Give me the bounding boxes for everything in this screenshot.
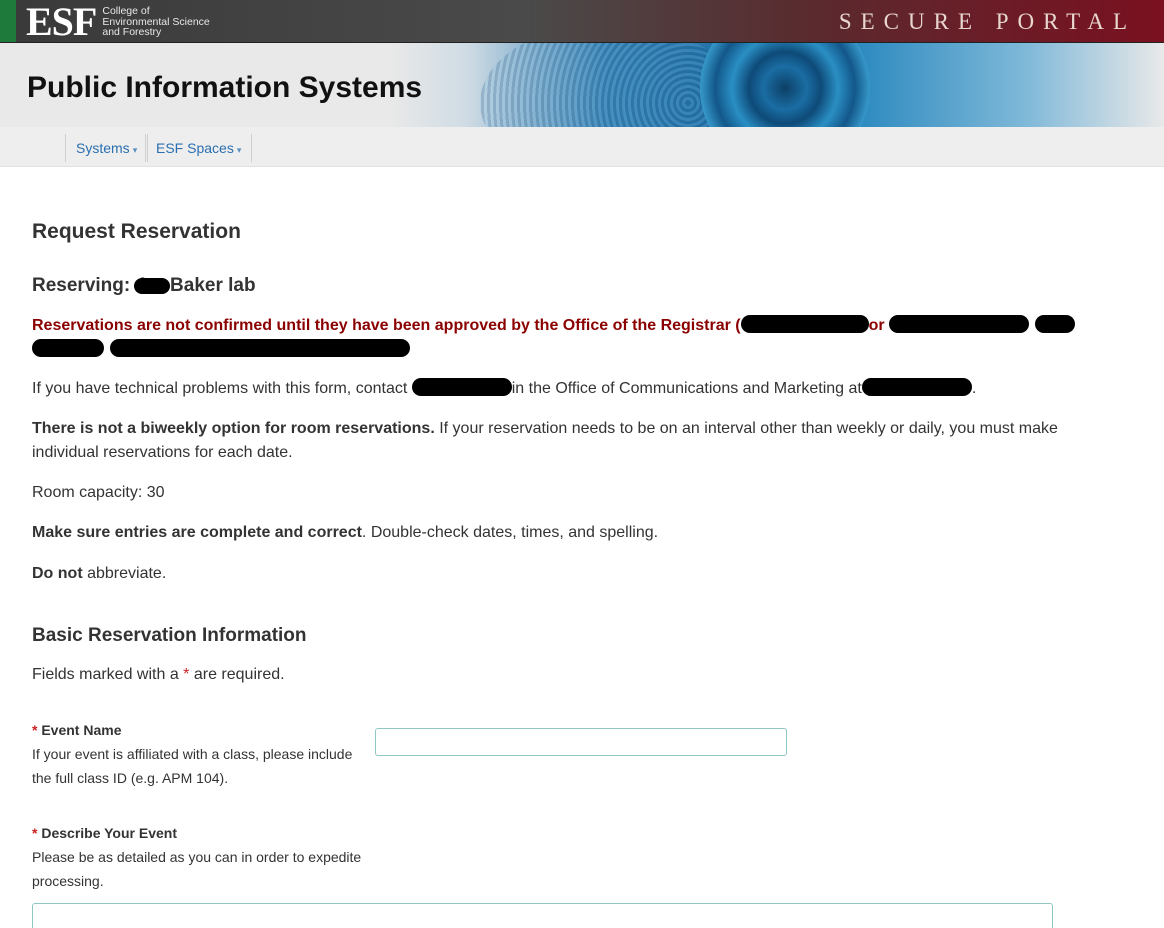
required-asterisk: * bbox=[32, 722, 38, 738]
redacted-mark bbox=[411, 378, 512, 396]
page-title: Public Information Systems bbox=[27, 71, 423, 104]
complete-entries-notice: Make sure entries are complete and corre… bbox=[32, 524, 659, 541]
nav-systems[interactable]: Systems ▾ bbox=[65, 134, 149, 162]
redacted-mark bbox=[32, 339, 104, 357]
room-capacity: Room capacity: 30 bbox=[32, 484, 165, 501]
basic-info-heading: Basic Reservation Information bbox=[32, 625, 307, 646]
event-name-input[interactable] bbox=[375, 728, 787, 756]
describe-event-label: * Describe Your Event bbox=[32, 825, 177, 841]
logo-mark: ESF bbox=[26, 0, 97, 44]
approval-warning: Reservations are not confirmed until the… bbox=[32, 314, 1122, 362]
nav-bar: Systems ▾ ESF Spaces ▾ bbox=[0, 127, 1164, 167]
logo-text: College of Environmental Science and For… bbox=[102, 5, 210, 39]
redacted-mark bbox=[888, 315, 1029, 333]
required-fields-note: Fields marked with a * are required. bbox=[32, 666, 285, 683]
redacted-mark bbox=[134, 278, 171, 294]
chevron-down-icon: ▾ bbox=[132, 145, 138, 155]
required-asterisk: * bbox=[32, 825, 38, 841]
describe-event-textarea[interactable] bbox=[32, 903, 1053, 928]
no-abbreviate-notice: Do not abbreviate. bbox=[32, 565, 167, 582]
chevron-down-icon: ▾ bbox=[236, 145, 242, 155]
request-reservation-heading: Request Reservation bbox=[32, 220, 241, 243]
technical-contact-text: If you have technical problems with this… bbox=[32, 378, 977, 397]
nav-esf-spaces[interactable]: ESF Spaces ▾ bbox=[145, 134, 253, 162]
event-name-label: * Event Name bbox=[32, 722, 122, 738]
redacted-mark bbox=[1034, 315, 1075, 333]
secure-portal-label: SECURE PORTAL bbox=[838, 9, 1136, 34]
banner-spiral-image bbox=[390, 43, 1164, 127]
banner: Public Information Systems bbox=[0, 43, 1164, 127]
describe-event-help: Please be as detailed as you can in orde… bbox=[32, 849, 362, 889]
esf-logo[interactable]: ESF College of Environmental Science and… bbox=[26, 2, 210, 42]
reserving-heading: Reserving: 4 Baker lab bbox=[32, 275, 256, 296]
redacted-mark bbox=[740, 315, 869, 333]
redacted-mark bbox=[110, 339, 410, 357]
redacted-mark bbox=[861, 378, 972, 396]
event-name-help: If your event is affiliated with a class… bbox=[32, 746, 353, 786]
biweekly-notice: There is not a biweekly option for room … bbox=[32, 420, 1058, 461]
top-bar: ESF College of Environmental Science and… bbox=[0, 0, 1164, 43]
